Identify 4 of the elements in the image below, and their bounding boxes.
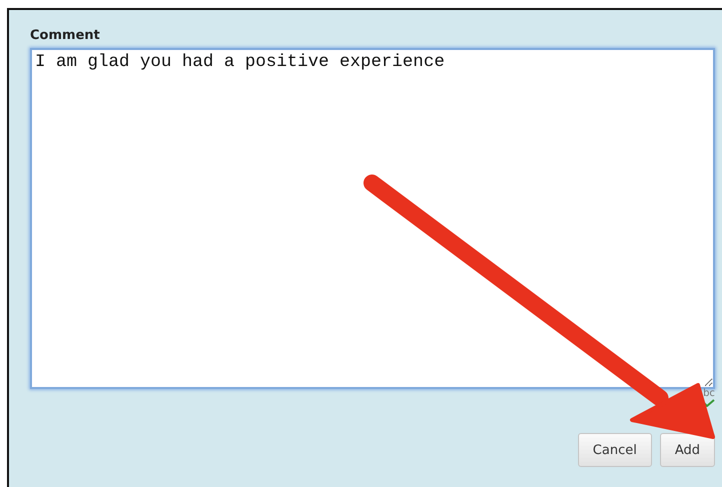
add-button[interactable]: Add [660, 433, 715, 467]
comment-field[interactable]: I am glad you had a positive experience [30, 48, 715, 389]
cancel-button[interactable]: Cancel [578, 433, 652, 467]
field-label: Comment [30, 28, 100, 43]
